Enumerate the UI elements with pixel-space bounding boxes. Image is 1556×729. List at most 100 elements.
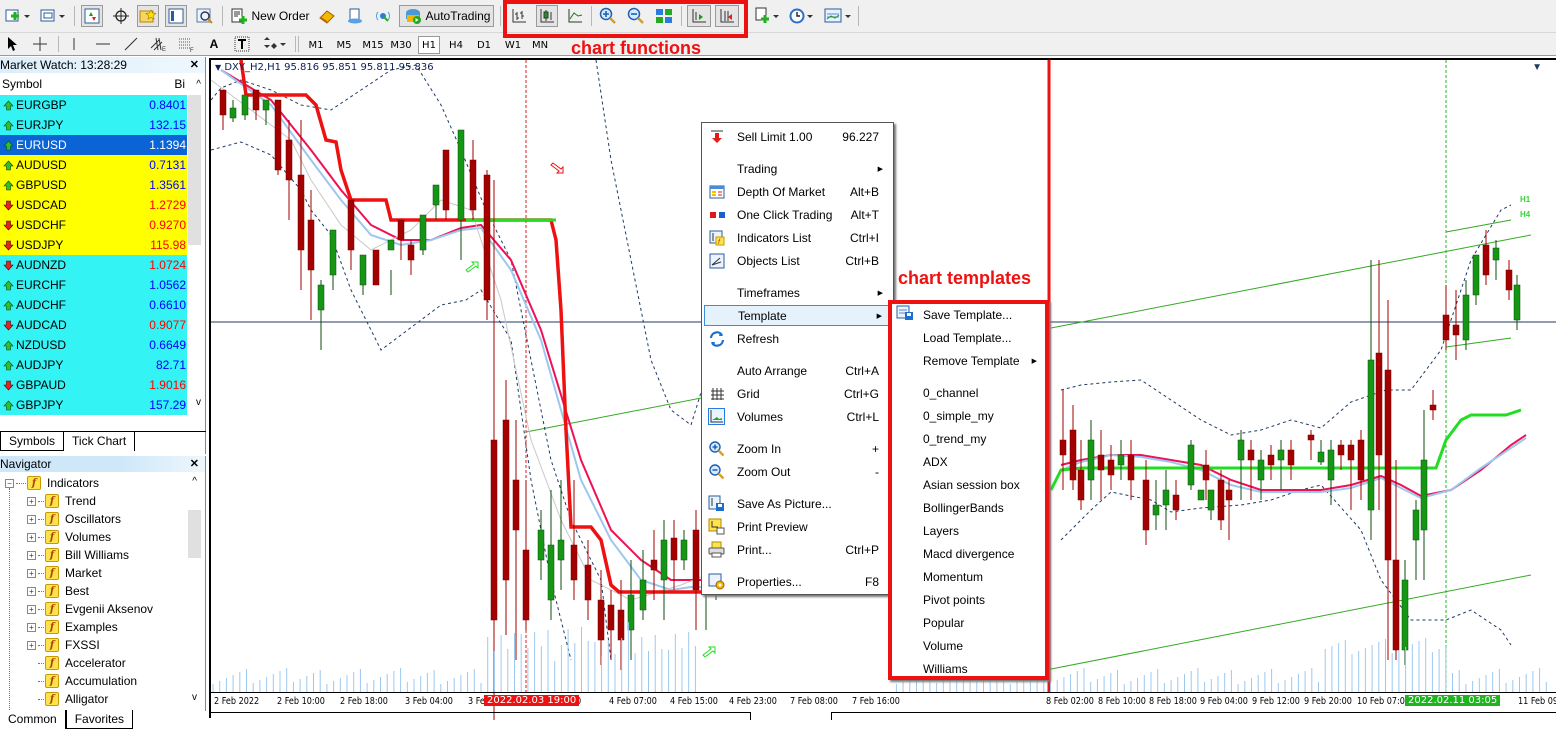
- tree-item-best[interactable]: + f Best: [27, 582, 89, 600]
- symbol-row[interactable]: EURCHF 1.0562: [0, 275, 187, 295]
- vertical-line-button[interactable]: [64, 33, 84, 55]
- menu-item-timeframes[interactable]: Timeframes ▶: [704, 282, 891, 303]
- tree-item-indicators[interactable]: − f Indicators: [5, 474, 99, 492]
- template-item-0-channel[interactable]: 0_channel: [892, 382, 1045, 403]
- fibonacci-button[interactable]: F: [176, 33, 198, 55]
- menu-item-refresh[interactable]: Refresh: [704, 328, 891, 349]
- tab-tick-chart[interactable]: Tick Chart: [64, 432, 136, 451]
- timeframe-m15[interactable]: M15: [361, 36, 385, 54]
- symbol-row[interactable]: GBPUSD 1.3561: [0, 175, 187, 195]
- symbol-row[interactable]: AUDNZD 1.0724: [0, 255, 187, 275]
- menu-item-print-preview[interactable]: Print Preview: [704, 516, 891, 537]
- symbol-row[interactable]: AUDCAD 0.9077: [0, 315, 187, 335]
- close-icon[interactable]: ✕: [190, 456, 199, 472]
- menu-item-zoom-out[interactable]: Zoom Out -: [704, 461, 891, 482]
- new-order-button[interactable]: New Order: [229, 5, 311, 27]
- expand-icon[interactable]: +: [27, 496, 36, 506]
- navigator-button[interactable]: [137, 5, 159, 27]
- menu-item-volumes[interactable]: Volumes Ctrl+L: [704, 406, 891, 427]
- menu-item-auto-arrange[interactable]: Auto Arrange Ctrl+A: [704, 360, 891, 381]
- menu-item-depth-of-market[interactable]: Depth Of Market Alt+B: [704, 181, 891, 202]
- tree-item-fxssi[interactable]: + f FXSSI: [27, 636, 100, 654]
- crosshair-button[interactable]: [110, 5, 132, 27]
- vertical-scrollbar-thumb[interactable]: [188, 510, 201, 558]
- templates-button[interactable]: [823, 5, 853, 27]
- new-chart-button[interactable]: [3, 5, 33, 27]
- tree-item-examples[interactable]: + f Examples: [27, 618, 118, 636]
- timeframe-m1[interactable]: M1: [306, 36, 326, 54]
- tab-symbols[interactable]: Symbols: [0, 432, 65, 451]
- template-item-0-trend-my[interactable]: 0_trend_my: [892, 428, 1045, 449]
- tree-item-alligator[interactable]: f Alligator: [27, 690, 108, 708]
- menu-item-objects-list[interactable]: Objects List Ctrl+B: [704, 250, 891, 271]
- symbol-row[interactable]: USDJPY 115.98: [0, 235, 187, 255]
- menu-item-sell-limit-1-00[interactable]: Sell Limit 1.00 96.227: [704, 126, 891, 147]
- symbol-row[interactable]: USDCAD 1.2729: [0, 195, 187, 215]
- trendline-button[interactable]: [120, 33, 142, 55]
- close-icon[interactable]: ✕: [190, 57, 199, 73]
- template-item-remove-template[interactable]: Remove Template ▶: [892, 350, 1045, 371]
- timeframe-mn[interactable]: MN: [530, 36, 550, 54]
- tab-common[interactable]: Common: [0, 710, 66, 729]
- tree-item-accelerator[interactable]: f Accelerator: [27, 654, 126, 672]
- timeframe-h1[interactable]: H1: [418, 36, 440, 54]
- tree-item-market[interactable]: + f Market: [27, 564, 102, 582]
- tree-item-accumulation[interactable]: f Accumulation: [27, 672, 137, 690]
- template-item-williams[interactable]: Williams: [892, 658, 1045, 679]
- symbol-row[interactable]: NZDUSD 0.6649: [0, 335, 187, 355]
- template-item-popular[interactable]: Popular: [892, 612, 1045, 633]
- template-item-bollingerbands[interactable]: BollingerBands: [892, 497, 1045, 518]
- template-item-volume[interactable]: Volume: [892, 635, 1045, 656]
- symbol-row[interactable]: GBPJPY 157.29: [0, 395, 187, 415]
- menu-item-grid[interactable]: Grid Ctrl+G: [704, 383, 891, 404]
- symbol-row[interactable]: USDCHF 0.9270: [0, 215, 187, 235]
- symbol-row[interactable]: AUDJPY 82.71: [0, 355, 187, 375]
- menu-item-template[interactable]: Template ▶: [704, 305, 891, 326]
- timeframe-m5[interactable]: M5: [334, 36, 354, 54]
- template-item-save-template[interactable]: Save Template...: [892, 304, 1045, 325]
- indicators-button[interactable]: [752, 5, 782, 27]
- menu-item-print[interactable]: Print... Ctrl+P: [704, 539, 891, 560]
- scroll-down-icon[interactable]: v: [196, 397, 201, 408]
- vps-button[interactable]: [372, 5, 394, 27]
- expand-icon[interactable]: +: [27, 568, 36, 578]
- scroll-up-icon[interactable]: ^: [192, 476, 197, 487]
- timeframe-m30[interactable]: M30: [389, 36, 413, 54]
- symbol-row[interactable]: EURJPY 132.15: [0, 115, 187, 135]
- expand-icon[interactable]: +: [27, 586, 36, 596]
- scroll-up-icon[interactable]: ^: [196, 79, 201, 90]
- template-item-layers[interactable]: Layers: [892, 520, 1045, 541]
- template-item-macd-divergence[interactable]: Macd divergence: [892, 543, 1045, 564]
- timeframe-d1[interactable]: D1: [474, 36, 494, 54]
- symbol-row[interactable]: AUDUSD 0.7131: [0, 155, 187, 175]
- cursor-button[interactable]: [2, 33, 22, 55]
- template-item-load-template[interactable]: Load Template...: [892, 327, 1045, 348]
- scroll-down-icon[interactable]: v: [192, 692, 197, 703]
- timeframe-h4[interactable]: H4: [446, 36, 466, 54]
- periods-button[interactable]: [786, 5, 816, 27]
- menu-item-trading[interactable]: Trading ▶: [704, 158, 891, 179]
- symbol-row[interactable]: GBPAUD 1.9016: [0, 375, 187, 395]
- tab-favorites[interactable]: Favorites: [65, 710, 134, 729]
- autotrading-button[interactable]: AutoTrading: [399, 5, 494, 27]
- market-watch-button[interactable]: [81, 5, 103, 27]
- symbol-row[interactable]: EURUSD 1.1394: [0, 135, 187, 155]
- expand-icon[interactable]: +: [27, 550, 36, 560]
- expand-icon[interactable]: +: [27, 604, 36, 614]
- menu-item-zoom-in[interactable]: Zoom In +: [704, 438, 891, 459]
- column-symbol[interactable]: Symbol: [0, 77, 42, 91]
- menu-item-properties[interactable]: Properties... F8: [704, 571, 891, 592]
- menu-item-indicators-list[interactable]: f Indicators List Ctrl+I: [704, 227, 891, 248]
- tree-item-oscillators[interactable]: + f Oscillators: [27, 510, 121, 528]
- equidistant-channel-button[interactable]: E: [148, 33, 170, 55]
- template-item-0-simple-my[interactable]: 0_simple_my: [892, 405, 1045, 426]
- profiles-button[interactable]: [38, 5, 68, 27]
- text-button[interactable]: A: [204, 33, 224, 55]
- template-item-pivot-points[interactable]: Pivot points: [892, 589, 1045, 610]
- expand-icon[interactable]: +: [27, 640, 36, 650]
- terminal-button[interactable]: [165, 5, 187, 27]
- timeframe-w1[interactable]: W1: [503, 36, 523, 54]
- tree-item-trend[interactable]: + f Trend: [27, 492, 96, 510]
- symbol-row[interactable]: EURGBP 0.8401: [0, 95, 187, 115]
- expand-icon[interactable]: +: [27, 622, 36, 632]
